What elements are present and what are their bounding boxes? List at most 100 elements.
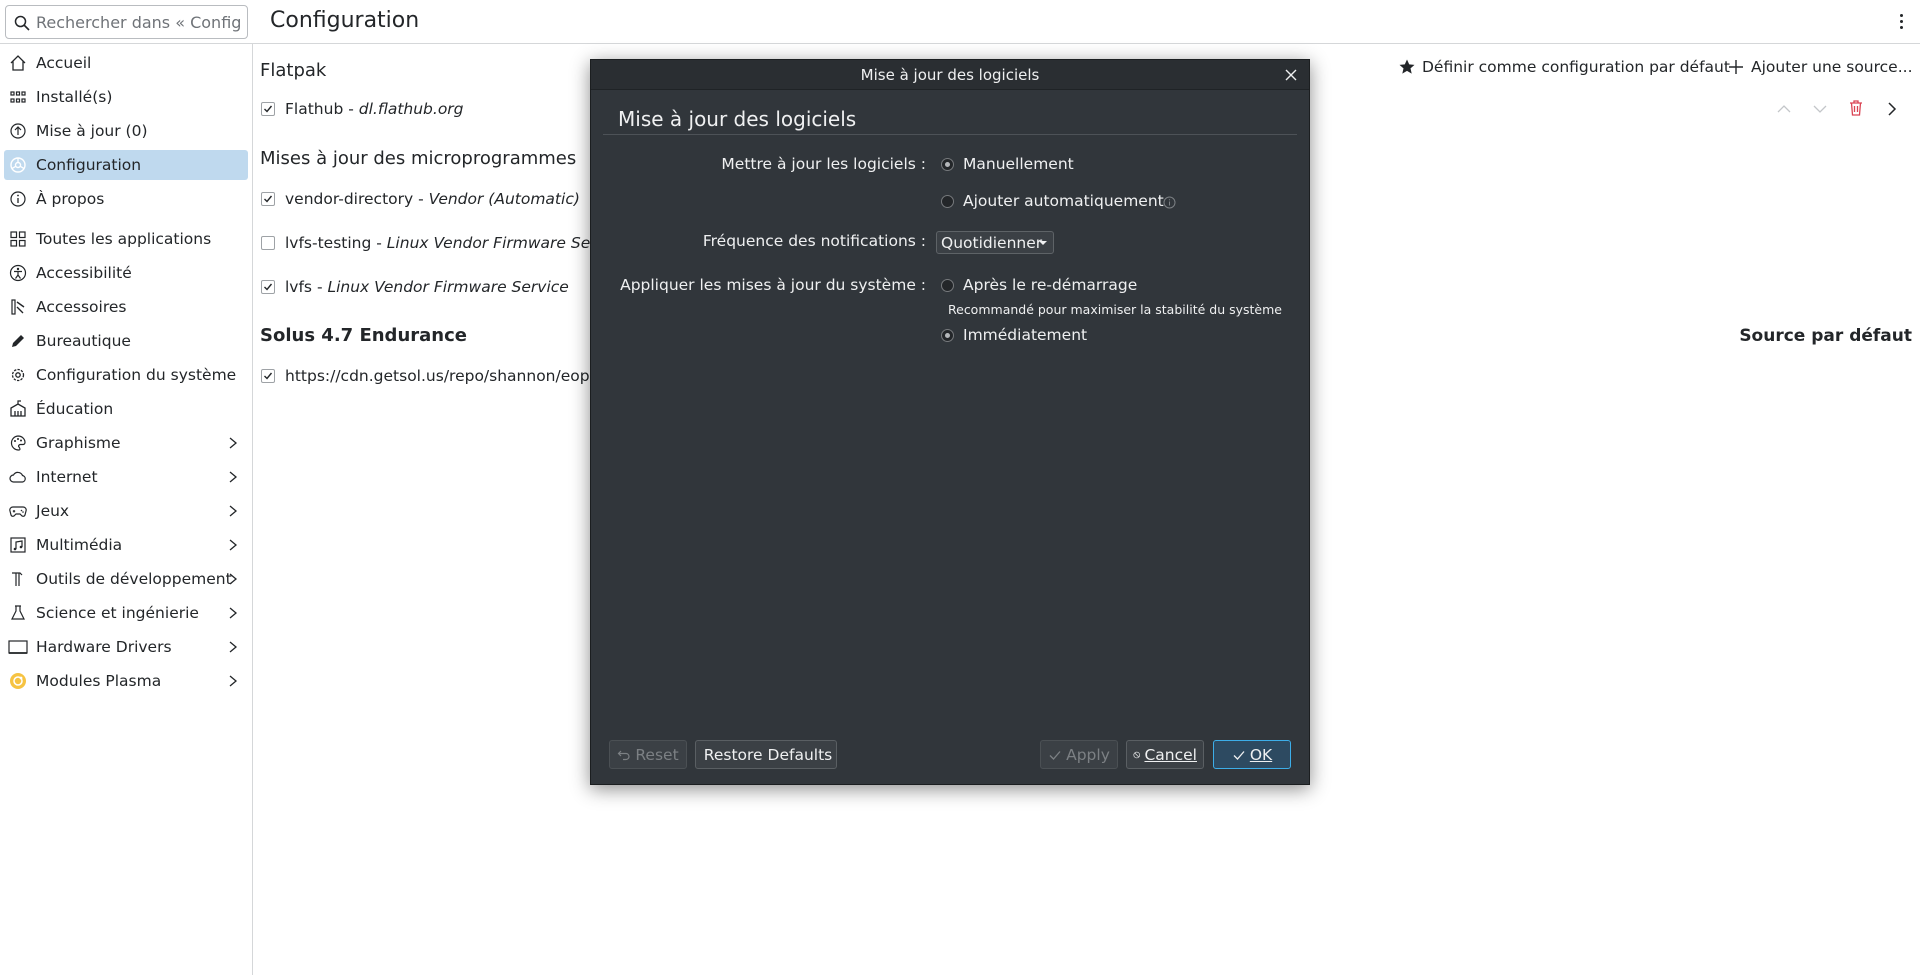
sidebar-item-system-settings[interactable]: Configuration du système (4, 360, 248, 390)
dialog-separator (603, 134, 1297, 135)
source-checkbox[interactable] (261, 192, 275, 206)
sidebar-item-accessibility[interactable]: Accessibilité (4, 258, 248, 288)
sidebar-item-games[interactable]: Jeux (4, 496, 248, 526)
sidebar-item-configuration[interactable]: Configuration (4, 150, 248, 180)
sidebar-item-label: Hardware Drivers (36, 638, 172, 656)
source-detail: Vendor (Automatic) (428, 190, 580, 208)
source-checkbox[interactable] (261, 236, 275, 250)
sidebar-item-about[interactable]: À propos (4, 184, 248, 214)
source-row-solus-repo[interactable]: https://cdn.getsol.us/repo/shannon/eopkg… (261, 365, 614, 387)
set-default-config-button[interactable]: Définir comme configuration par défaut (1398, 58, 1730, 76)
set-default-config-label: Définir comme configuration par défaut (1422, 58, 1730, 76)
notification-frequency-select[interactable]: Quotidienner (936, 231, 1054, 254)
sidebar-item-office[interactable]: Bureautique (4, 326, 248, 356)
add-source-label: Ajouter une source... (1751, 58, 1913, 76)
restore-defaults-label: Restore Defaults (703, 745, 833, 764)
close-icon[interactable] (1283, 67, 1299, 83)
accessories-icon (8, 297, 28, 317)
cancel-label: Cancel (1144, 745, 1197, 764)
move-down-icon[interactable] (1811, 100, 1829, 118)
search-box[interactable] (5, 5, 248, 39)
chevron-right-icon (229, 437, 238, 449)
default-source-label: Source par défaut (1739, 326, 1912, 346)
chevron-right-icon (229, 573, 238, 585)
sidebar-item-dev-tools[interactable]: Outils de développement (4, 564, 248, 594)
source-row-lvfs-testing[interactable]: lvfs-testing - Linux Vendor Firmware Ser… (261, 232, 645, 254)
apply-updates-label: Appliquer les mises à jour du système : (620, 276, 926, 294)
radio-apply-immediately[interactable]: Immédiatement (941, 326, 1087, 344)
plasma-icon (8, 671, 28, 691)
source-name: lvfs-testing (285, 234, 372, 252)
cancel-button[interactable]: Cancel (1126, 740, 1204, 769)
source-separator: - (413, 190, 429, 208)
cancel-icon (1133, 751, 1141, 758)
all-apps-icon (8, 229, 28, 249)
radio-indicator[interactable] (941, 194, 954, 208)
move-up-icon[interactable] (1775, 100, 1793, 118)
search-input[interactable] (36, 8, 241, 36)
selected-frequency: Quotidienner (941, 233, 1043, 252)
sidebar-item-label: Jeux (36, 502, 70, 520)
radio-update-manual[interactable]: Manuellement (941, 155, 1074, 173)
sidebar-item-multimedia[interactable]: Multimédia (4, 530, 248, 560)
dev-tools-icon (8, 569, 28, 589)
info-icon (8, 189, 28, 209)
source-name: lvfs (285, 278, 313, 296)
sidebar-item-education[interactable]: Éducation (4, 394, 248, 424)
source-checkbox[interactable] (261, 280, 275, 294)
restore-defaults-button[interactable]: Restore Defaults (695, 740, 837, 769)
radio-update-auto[interactable]: Ajouter automatiquement (941, 192, 1164, 210)
source-name: Flathub (285, 100, 344, 118)
radio-indicator[interactable] (941, 157, 954, 171)
apply-button[interactable]: Apply (1040, 740, 1118, 769)
radio-label: Immédiatement (963, 326, 1088, 344)
flask-icon (8, 603, 28, 623)
add-source-button[interactable]: Ajouter une source... (1727, 58, 1913, 76)
source-separator: - (312, 278, 328, 296)
sidebar-item-label: Accessibilité (36, 264, 132, 282)
page-title: Configuration (270, 8, 420, 33)
sidebar-item-accessories[interactable]: Accessoires (4, 292, 248, 322)
sidebar-item-label: Toutes les applications (36, 230, 212, 248)
education-icon (8, 399, 28, 419)
chevron-right-icon[interactable] (1883, 100, 1901, 118)
kebab-menu-icon[interactable] (1900, 14, 1906, 34)
check-icon (1049, 750, 1061, 760)
trash-icon[interactable] (1847, 99, 1865, 117)
section-title-flatpak: Flatpak (260, 60, 327, 81)
ok-button[interactable]: OK (1213, 740, 1291, 769)
hardware-icon (8, 637, 28, 657)
sidebar-item-hardware-drivers[interactable]: Hardware Drivers (4, 632, 248, 662)
reset-button[interactable]: Reset (609, 740, 687, 769)
source-checkbox[interactable] (261, 102, 275, 116)
radio-indicator[interactable] (941, 328, 954, 342)
source-row-lvfs[interactable]: lvfs - Linux Vendor Firmware Service (261, 276, 569, 298)
source-checkbox[interactable] (261, 369, 275, 383)
source-row-vendor-directory[interactable]: vendor-directory - Vendor (Automatic) (261, 188, 580, 210)
chevron-down-icon (1039, 241, 1047, 245)
radio-apply-after-restart[interactable]: Après le re-démarrage (941, 276, 1137, 294)
radio-indicator[interactable] (941, 278, 954, 292)
sidebar-item-label: Configuration (36, 156, 142, 174)
dialog-window-title: Mise à jour des logiciels (860, 66, 1040, 84)
source-row-flathub[interactable]: Flathub - dl.flathub.org (261, 98, 464, 120)
apply-hint-text: Recommandé pour maximiser la stabilité d… (948, 302, 1282, 317)
sidebar-item-science[interactable]: Science et ingénierie (4, 598, 248, 628)
sidebar-item-plasma-modules[interactable]: Modules Plasma (4, 666, 248, 696)
sidebar-item-label: Science et ingénierie (36, 604, 199, 622)
sidebar-item-label: Installé(s) (36, 88, 113, 106)
sidebar-item-home[interactable]: Accueil (4, 48, 248, 78)
office-pen-icon (8, 331, 28, 351)
sidebar-item-updates[interactable]: Mise à jour (0) (4, 116, 248, 146)
chevron-right-icon (229, 505, 238, 517)
sidebar-item-internet[interactable]: Internet (4, 462, 248, 492)
sidebar-item-label: Configuration du système (36, 366, 237, 384)
sidebar-item-graphics[interactable]: Graphisme (4, 428, 248, 458)
sidebar-item-label: Modules Plasma (36, 672, 162, 690)
sidebar-item-all-apps[interactable]: Toutes les applications (4, 224, 248, 254)
graphics-palette-icon (8, 433, 28, 453)
cloud-icon (8, 467, 28, 487)
dialog-titlebar[interactable]: Mise à jour des logiciels (591, 60, 1309, 90)
sidebar-item-installed[interactable]: Installé(s) (4, 82, 248, 112)
info-icon[interactable] (1163, 196, 1176, 209)
